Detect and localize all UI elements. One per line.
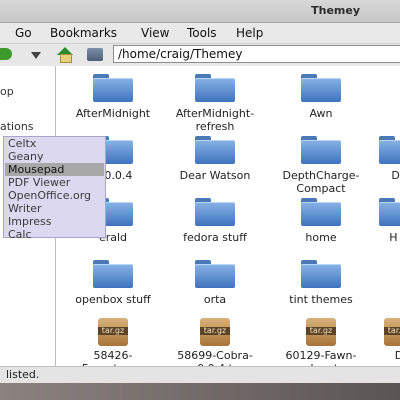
popup-item-impress[interactable]: Impress bbox=[5, 215, 104, 228]
menu-view[interactable]: View bbox=[141, 26, 169, 40]
folder-icon bbox=[93, 260, 133, 288]
file-name: AfterMidnight-refresh bbox=[175, 107, 255, 133]
location-field[interactable]: /home/craig/Themey bbox=[113, 45, 400, 63]
toolbar: /home/craig/Themey bbox=[0, 44, 400, 67]
sidebar-item[interactable]: op bbox=[0, 85, 14, 98]
file-name: Dear Watson bbox=[179, 169, 251, 182]
folder-icon bbox=[195, 198, 235, 226]
popup-item-mousepad[interactable]: Mousepad bbox=[5, 163, 104, 176]
file-name: D bbox=[394, 349, 400, 362]
file-name: orta bbox=[203, 293, 227, 306]
popup-menu: Celtx Geany Mousepad PDF Viewer OpenOffi… bbox=[3, 136, 106, 241]
drive-icon[interactable] bbox=[87, 48, 103, 61]
window-title: Themey bbox=[311, 4, 360, 17]
menu-go[interactable]: Go bbox=[15, 26, 32, 40]
popup-item-celtx[interactable]: Celtx bbox=[5, 137, 104, 150]
status-text: listed. bbox=[6, 368, 40, 381]
archive-icon: tar.gz bbox=[195, 316, 235, 346]
menu-help[interactable]: Help bbox=[236, 26, 263, 40]
archive-icon: tar.gz bbox=[301, 316, 341, 346]
file-name: 58699-Cobra-0.0.4.t bbox=[177, 349, 253, 366]
folder-icon bbox=[301, 74, 341, 102]
popup-item-calc[interactable]: Calc bbox=[5, 228, 104, 241]
file-name: De bbox=[391, 169, 400, 182]
folder-icon bbox=[301, 198, 341, 226]
sidebar-item[interactable]: ations bbox=[0, 120, 34, 133]
folder-icon bbox=[379, 198, 400, 226]
status-bar: listed. bbox=[0, 366, 400, 383]
title-bar: Themey bbox=[0, 0, 400, 23]
file-view: AfterMidnight AfterMidnight-refresh Awn … bbox=[56, 66, 400, 366]
file-name: 58426-Fawn.tar.gz bbox=[82, 349, 144, 366]
menu-bar: Go Bookmarks View Tools Help bbox=[0, 23, 400, 44]
popup-item-openoffice[interactable]: OpenOffice.org bbox=[5, 189, 104, 202]
popup-item-pdf-viewer[interactable]: PDF Viewer bbox=[5, 176, 104, 189]
folder-icon bbox=[379, 136, 400, 164]
desktop-background bbox=[0, 383, 400, 400]
dropdown-icon[interactable] bbox=[31, 52, 41, 59]
folder-icon bbox=[93, 74, 133, 102]
menu-tools[interactable]: Tools bbox=[187, 26, 217, 40]
home-icon[interactable] bbox=[57, 47, 73, 63]
archive-icon: tar.gz bbox=[379, 316, 400, 346]
file-name: H C bbox=[389, 231, 400, 244]
menu-bookmarks[interactable]: Bookmarks bbox=[50, 26, 117, 40]
file-name: tint themes bbox=[289, 293, 353, 306]
file-name: openbox stuff bbox=[75, 293, 151, 306]
file-name: fedora stuff bbox=[183, 231, 247, 244]
popup-item-writer[interactable]: Writer bbox=[5, 202, 104, 215]
back-icon[interactable] bbox=[0, 48, 12, 60]
folder-icon bbox=[195, 74, 235, 102]
archive-icon: tar.gz bbox=[93, 316, 133, 346]
file-name: Awn bbox=[309, 107, 333, 120]
popup-item-geany[interactable]: Geany bbox=[5, 150, 104, 163]
file-name: AfterMidnight bbox=[75, 107, 151, 120]
folder-icon bbox=[301, 260, 341, 288]
folder-icon bbox=[195, 260, 235, 288]
folder-icon bbox=[301, 136, 341, 164]
folder-icon bbox=[195, 136, 235, 164]
